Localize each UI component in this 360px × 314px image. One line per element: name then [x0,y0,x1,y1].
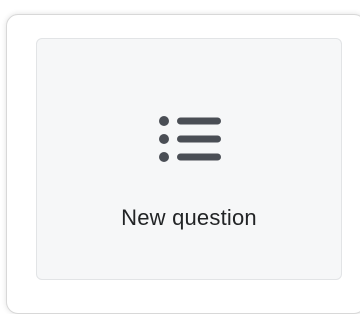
new-question-label: New question [121,205,257,230]
list-icon [157,115,223,163]
new-question-card[interactable]: New question [36,38,342,280]
